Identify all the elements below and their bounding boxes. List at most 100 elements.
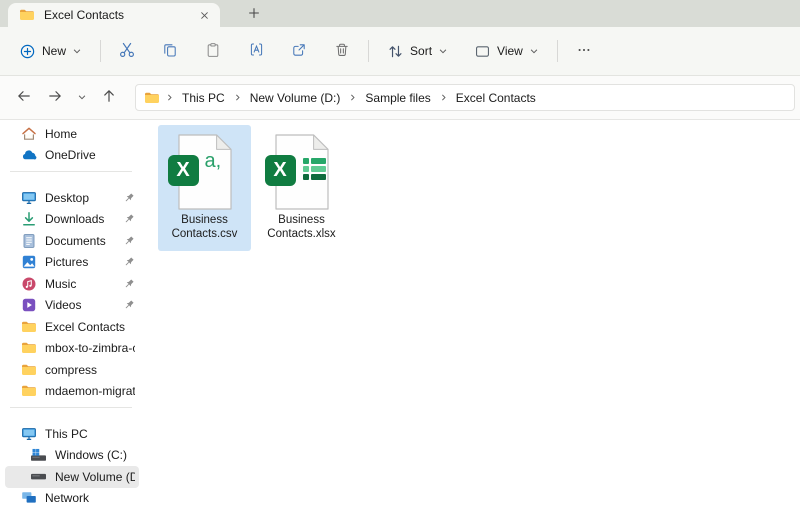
folder-icon <box>20 340 37 356</box>
sidebar-item-label: Windows (C:) <box>55 448 128 463</box>
tab-bar: Excel Contacts <box>0 0 800 27</box>
pin-icon <box>123 256 135 268</box>
grid-row <box>302 166 326 172</box>
sidebar-item-this-pc[interactable]: This PC <box>5 423 139 445</box>
sidebar-item-label: Music <box>45 276 77 291</box>
rename-button[interactable] <box>239 35 273 67</box>
pictures-icon <box>20 254 37 270</box>
file-name-label: Business Contacts.xlsx <box>267 214 336 240</box>
copy-icon <box>162 42 178 61</box>
pin-icon <box>123 213 135 225</box>
videos-icon <box>20 297 37 313</box>
address-bar[interactable]: This PC New Volume (D:) Sample files Excel … <box>135 84 795 111</box>
spreadsheet-grid-glyph <box>302 158 326 180</box>
sidebar-item-label: Videos <box>45 298 82 313</box>
sidebar-item-downloads[interactable]: Downloads <box>5 209 139 231</box>
more-options-button[interactable] <box>567 35 601 67</box>
paste-button[interactable] <box>196 35 230 67</box>
folder-icon <box>20 383 37 399</box>
new-tab-button[interactable] <box>241 2 267 24</box>
breadcrumb-chevron-icon <box>164 93 175 102</box>
delete-icon <box>334 42 350 61</box>
toolbar-divider <box>100 40 102 62</box>
sort-button-label: Sort <box>410 44 433 58</box>
excel-xlsx-file-icon: X <box>264 134 329 210</box>
tab-excel-contacts[interactable]: Excel Contacts <box>8 3 220 27</box>
desktop-icon <box>20 190 37 206</box>
this-pc-icon <box>20 426 37 442</box>
sidebar-item-compress[interactable]: compress <box>5 359 139 381</box>
sidebar-item-windows-c[interactable]: Windows (C:) <box>5 445 139 467</box>
back-button[interactable] <box>10 84 38 112</box>
sidebar-item-excel-contacts[interactable]: Excel Contacts <box>5 316 139 338</box>
sidebar-item-label: OneDrive <box>45 148 96 163</box>
sidebar-item-home[interactable]: Home <box>5 123 139 145</box>
breadcrumb-folder-icon <box>144 90 160 106</box>
file-business-contacts-xlsx[interactable]: X Business Contacts.xlsx <box>255 125 348 251</box>
toolbar-divider <box>556 40 558 62</box>
forward-icon <box>47 88 63 107</box>
view-icon <box>474 43 491 60</box>
downloads-icon <box>20 211 37 227</box>
sidebar-item-label: mdaemon-migrator <box>45 384 135 399</box>
recent-locations-button[interactable] <box>72 84 92 112</box>
chevron-down-icon <box>438 46 448 56</box>
breadcrumb-item-sample-files[interactable]: Sample files <box>358 88 437 108</box>
new-button-label: New <box>42 44 67 58</box>
file-explorer-window: Excel Contacts New Sort View This PC New… <box>0 0 800 517</box>
chevron-down-icon <box>77 90 87 105</box>
sidebar-item-mbox-to-zimbra-con[interactable]: mbox-to-zimbra-con <box>5 338 139 360</box>
file-business-contacts-csv[interactable]: Xa, Business Contacts.csv <box>158 125 251 251</box>
sidebar-item-pictures[interactable]: Pictures <box>5 252 139 274</box>
toolbar: New Sort View <box>0 27 800 76</box>
sidebar-item-network[interactable]: Network <box>5 488 139 510</box>
sidebar-item-onedrive[interactable]: OneDrive <box>5 145 139 167</box>
sidebar-item-new-volume-d[interactable]: New Volume (D:) <box>5 466 139 488</box>
up-button[interactable] <box>95 84 123 112</box>
sidebar-item-desktop[interactable]: Desktop <box>5 187 139 209</box>
cut-icon <box>118 41 136 62</box>
sidebar-item-documents[interactable]: Documents <box>5 230 139 252</box>
home-icon <box>20 126 37 142</box>
navigation-buttons <box>10 84 126 112</box>
breadcrumb-chevron-icon <box>347 93 358 102</box>
breadcrumb-chevron-icon <box>232 93 243 102</box>
address-bar-row: This PC New Volume (D:) Sample files Excel … <box>0 76 800 120</box>
forward-button[interactable] <box>41 84 69 112</box>
close-icon[interactable] <box>195 6 213 24</box>
sidebar-item-music[interactable]: Music <box>5 273 139 295</box>
breadcrumb-item-new-volume-d[interactable]: New Volume (D:) <box>243 88 348 108</box>
sidebar-item-mdaemon-migrator[interactable]: mdaemon-migrator <box>5 381 139 403</box>
file-page-icon <box>177 134 232 214</box>
breadcrumb-item-this-pc[interactable]: This PC <box>175 88 232 108</box>
documents-icon <box>20 233 37 249</box>
excel-badge: X <box>264 155 296 186</box>
pin-icon <box>123 192 135 204</box>
new-button[interactable]: New <box>10 36 91 67</box>
rename-icon <box>248 41 265 61</box>
cut-button[interactable] <box>110 35 144 67</box>
navigation-pane: Home OneDrive Desktop Downloads Documents Pic… <box>0 120 142 516</box>
file-page-icon <box>274 134 329 214</box>
toolbar-divider <box>368 40 370 62</box>
breadcrumb-item-excel-contacts[interactable]: Excel Contacts <box>449 88 543 108</box>
sidebar-item-label: compress <box>45 362 98 377</box>
view-button-label: View <box>497 44 523 58</box>
paste-icon <box>205 42 221 61</box>
sidebar-item-label: Excel Contacts <box>45 319 126 334</box>
sidebar-item-label: Network <box>45 491 90 506</box>
back-icon <box>16 88 32 107</box>
view-button[interactable]: View <box>465 36 548 67</box>
delete-button[interactable] <box>325 35 359 67</box>
share-icon <box>291 42 307 61</box>
excel-csv-file-icon: Xa, <box>167 134 232 210</box>
copy-button[interactable] <box>153 35 187 67</box>
pin-icon <box>123 278 135 290</box>
share-button[interactable] <box>282 35 316 67</box>
sidebar-item-videos[interactable]: Videos <box>5 295 139 317</box>
network-icon <box>20 490 37 506</box>
sort-icon <box>387 43 404 60</box>
explorer-body: Home OneDrive Desktop Downloads Documents Pic… <box>0 120 800 516</box>
sort-button[interactable]: Sort <box>378 36 457 67</box>
sidebar-item-label: Downloads <box>45 212 105 227</box>
